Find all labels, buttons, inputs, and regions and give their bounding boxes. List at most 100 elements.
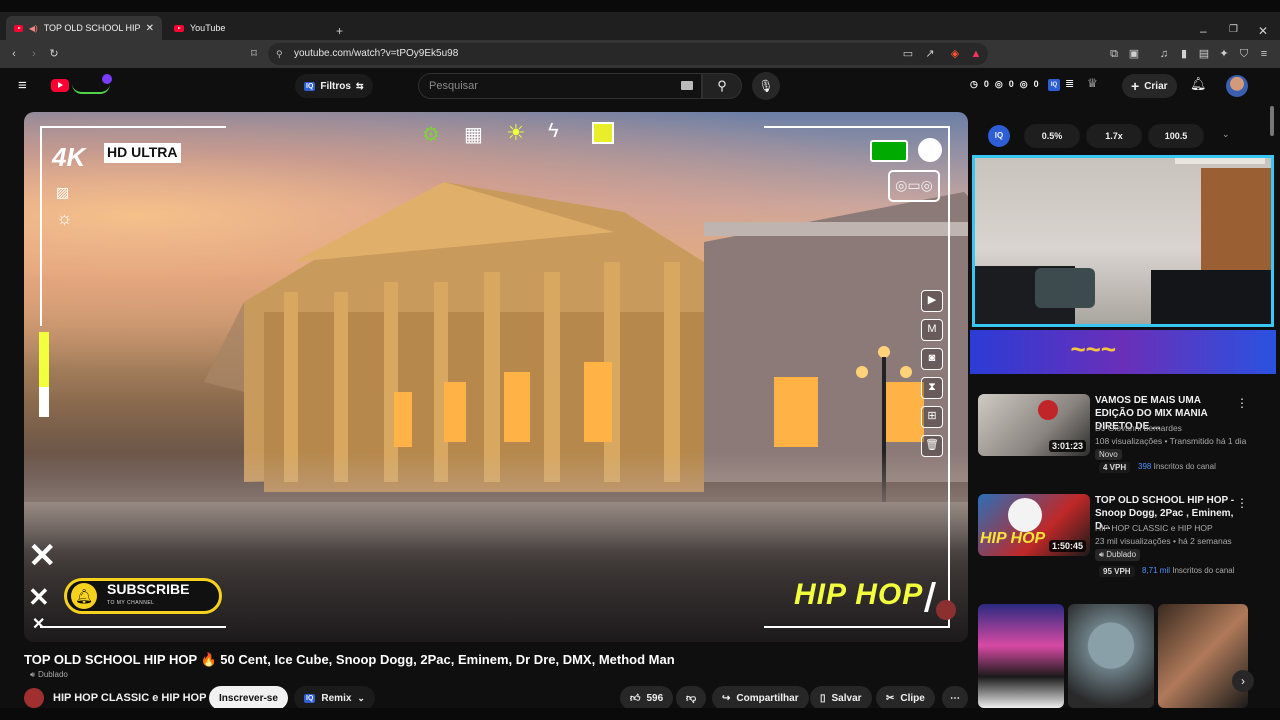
more-options-icon[interactable]: ⋮	[1236, 396, 1248, 410]
cast-icon[interactable]: ▭	[900, 46, 916, 62]
youtube-logo-icon[interactable]	[51, 79, 69, 92]
save-button[interactable]: ▯ Salvar	[810, 686, 872, 710]
bookmark-icon[interactable]: ⌑	[246, 46, 262, 62]
iq-value: 1.7x	[1086, 124, 1142, 148]
sliders-icon: ⇆	[355, 80, 364, 91]
video-thumbnail[interactable]: HIP HOP 1:50:45	[978, 494, 1090, 556]
crop-grid-icon[interactable]: ⊞	[921, 406, 943, 428]
more-actions-button[interactable]: ⋯	[942, 686, 968, 710]
list-icon[interactable]: ≣	[1065, 77, 1074, 90]
dislike-button[interactable]: 👎︎	[676, 686, 707, 710]
hamburger-menu-icon[interactable]: ≡	[18, 77, 27, 94]
tab-video[interactable]: ◀) TOP OLD SCHOOL HIP HOP 🔥 ... ✕	[6, 16, 162, 40]
level-slider[interactable]	[39, 332, 49, 387]
remix-button[interactable]: IQ Remix ⌄	[294, 686, 375, 710]
video-player[interactable]: 4K HD ULTRA ▨ ☼ ⚙ ▦ ☀ ϟ ◎▭◎ ▶ M ◙ ⧗ ⊞ 🗑︎…	[24, 112, 968, 642]
dubbed-badge: 🔊︎ Dublado	[1095, 549, 1141, 561]
iq-icon[interactable]: IQ	[1048, 79, 1060, 91]
counter-value: 0	[1008, 79, 1014, 89]
url-field[interactable]: ⚲ youtube.com/watch?v=tPOy9Ek5u98	[268, 43, 988, 65]
keyboard-icon[interactable]	[681, 81, 693, 90]
counter-value: 0	[983, 79, 989, 89]
mic-icon: 🎙	[758, 79, 774, 93]
trash-icon[interactable]: 🗑︎	[921, 435, 943, 457]
fog-overlay	[24, 452, 968, 552]
vph-badge: 4 VPH	[1099, 462, 1131, 473]
exposure-icon	[592, 122, 614, 144]
youtube-favicon-icon	[14, 24, 23, 32]
video-title: TOP OLD SCHOOL HIP HOP 🔥 50 Cent, Ice Cu…	[24, 652, 675, 667]
minimize-button[interactable]: –	[1200, 24, 1207, 38]
share-icon[interactable]: ↗	[922, 46, 938, 62]
tab-youtube[interactable]: YouTube	[166, 16, 326, 40]
short-thumbnail[interactable]	[1068, 604, 1154, 708]
subscribe-overlay: 🔔︎ SUBSCRIBE TO MY CHANNEL	[64, 578, 222, 614]
camera-icon[interactable]: ◙	[921, 348, 943, 370]
forward-icon[interactable]: ›	[26, 46, 42, 62]
iq-badge[interactable]: IQ	[988, 125, 1010, 147]
m-icon[interactable]: M	[921, 319, 943, 341]
avatar[interactable]	[1226, 75, 1248, 97]
channel-name[interactable]: HIP HOP CLASSIC e HIP HOP	[53, 692, 206, 704]
audio-icon[interactable]: ◀)	[29, 24, 38, 33]
play-icon[interactable]: ▶	[921, 290, 943, 312]
clip-button[interactable]: ✂ Clipe	[876, 686, 935, 710]
channel-avatar[interactable]	[24, 688, 44, 708]
short-thumbnail[interactable]	[1158, 604, 1248, 708]
4k-badge: 4K	[52, 142, 86, 172]
iq-stats-bar: IQ 0.5% 1.7x 100.5 ⌄	[988, 124, 1242, 148]
reload-icon[interactable]: ↻	[46, 46, 62, 62]
recommendation-card[interactable]: 3:01:23 VAMOS DE MAIS UMA EDIÇÃO DO MIX …	[978, 394, 1268, 494]
restore-button[interactable]: ❐	[1229, 24, 1238, 35]
video-thumbnail[interactable]: 3:01:23	[978, 394, 1090, 456]
youtube-favicon-icon	[174, 24, 184, 32]
channel-watermark-icon[interactable]	[936, 600, 956, 620]
filters-button[interactable]: IQ Filtros ⇆	[295, 74, 373, 98]
recommendation-card[interactable]: HIP HOP 1:50:45 TOP OLD SCHOOL HIP HOP -…	[978, 494, 1268, 594]
search-button[interactable]: ⚲	[702, 73, 742, 99]
thumbnail-figure	[1008, 498, 1042, 532]
filters-label: Filtros	[320, 80, 351, 92]
hourglass-icon[interactable]: ⧗	[921, 377, 943, 399]
subscribe-button[interactable]: Inscrever-se	[209, 686, 288, 710]
thumbs-down-icon: 👎︎	[686, 693, 697, 704]
share-button[interactable]: ↪ Compartilhar	[712, 686, 809, 710]
iq-value: 0.5%	[1024, 124, 1080, 148]
grid-icon: ▦	[464, 124, 483, 146]
page-scrollbar[interactable]	[1270, 106, 1276, 666]
vpn-icon[interactable]: ⛉	[1236, 46, 1252, 62]
notifications-bell-icon[interactable]: 🔔︎	[1190, 76, 1207, 92]
flash-icon: ϟ	[548, 120, 559, 142]
search-input[interactable]: Pesquisar	[418, 73, 702, 99]
subscriber-count-value: 398	[1138, 462, 1152, 471]
recommendation-channel[interactable]: DJ Giovanni bernardes	[1095, 423, 1182, 433]
voice-search-button[interactable]: 🎙	[752, 72, 780, 100]
save-label: Salvar	[831, 692, 862, 704]
screenshot-icon[interactable]: ▣	[1126, 46, 1142, 62]
trophy-icon[interactable]: ♕	[1087, 76, 1098, 90]
rewards-icon[interactable]: ▲	[968, 46, 984, 62]
leo-icon[interactable]: ✦	[1216, 46, 1232, 62]
short-thumbnail[interactable]	[978, 604, 1064, 708]
wallet-icon[interactable]: ▤	[1196, 46, 1212, 62]
like-button[interactable]: 👍︎ 596	[620, 686, 674, 710]
brave-shield-icon[interactable]: ◈	[947, 46, 963, 62]
next-arrow-icon[interactable]: ›	[1232, 670, 1254, 692]
back-icon[interactable]: ‹	[6, 46, 22, 62]
close-tab-icon[interactable]: ✕	[146, 23, 154, 34]
create-button[interactable]: + Criar	[1122, 74, 1177, 98]
menu-icon[interactable]: ≡	[1256, 46, 1272, 62]
window-close-button[interactable]: ✕	[1258, 24, 1268, 38]
doodle-logo-icon[interactable]	[72, 74, 112, 94]
sidebar-icon[interactable]: ▮	[1176, 46, 1192, 62]
battery-icon	[870, 140, 908, 162]
recommendation-channel[interactable]: HIP HOP CLASSIC e HIP HOP	[1095, 523, 1213, 533]
chevron-down-icon[interactable]: ⌄	[1222, 129, 1230, 140]
media-icon[interactable]: ♫	[1156, 46, 1172, 62]
new-tab-button[interactable]: +	[336, 24, 343, 38]
extensions-icon[interactable]: ⧉	[1106, 46, 1122, 62]
boombox-icon: ◎▭◎	[888, 170, 940, 202]
site-info-icon[interactable]: ⚲	[276, 43, 283, 65]
more-options-icon[interactable]: ⋮	[1236, 496, 1248, 510]
thumbnail-figure	[1038, 400, 1058, 420]
